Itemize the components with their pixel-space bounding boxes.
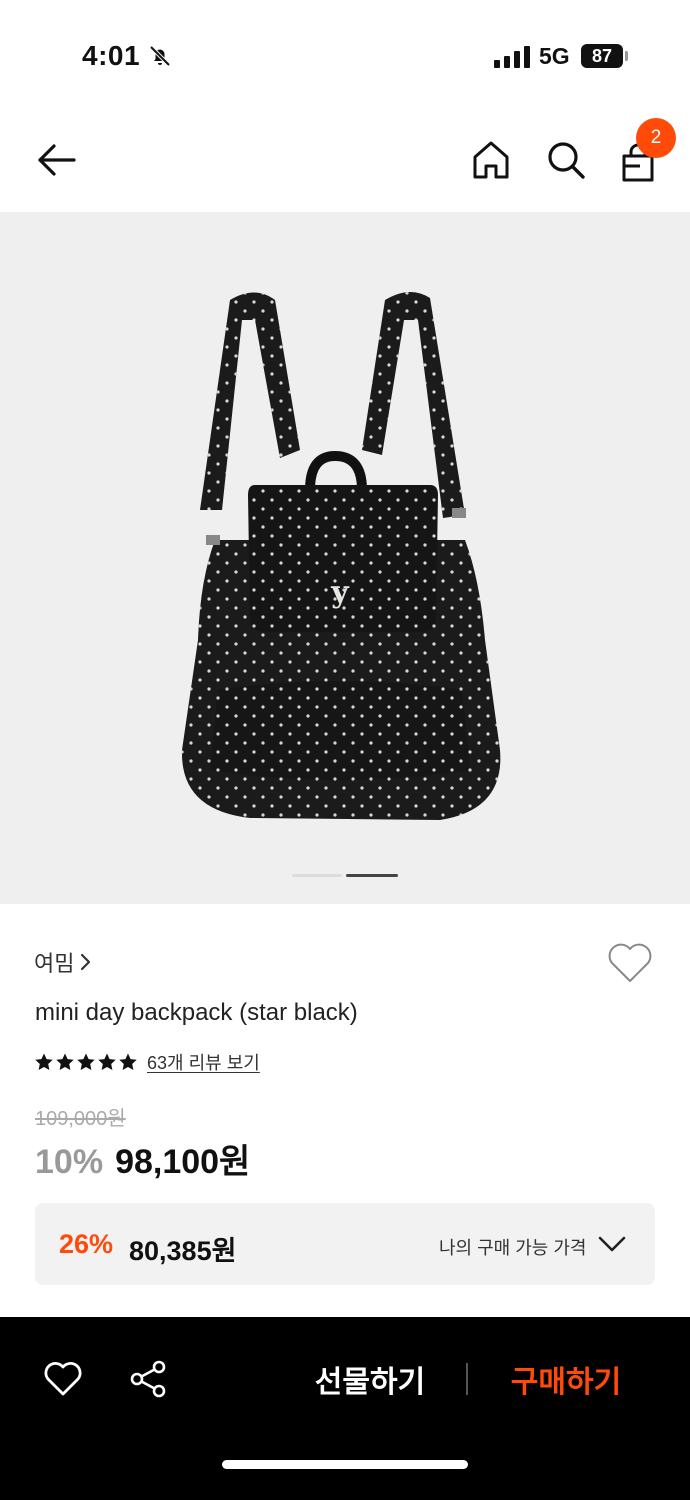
heart-icon[interactable]: [43, 1359, 83, 1397]
signal-icon: [494, 46, 530, 68]
star-icon: [119, 1053, 137, 1070]
bottom-action-bar: 선물하기 구매하기: [0, 1317, 690, 1500]
product-title: mini day backpack (star black): [35, 999, 358, 1026]
home-indicator: [222, 1460, 468, 1469]
price-row: 10% 98,100원: [35, 1134, 250, 1183]
my-price-label: 나의 구매 가능 가격: [439, 1238, 587, 1258]
status-bar: 4:01 5G 87: [0, 0, 690, 110]
star-icon: [77, 1053, 95, 1070]
battery-tip: [625, 51, 628, 61]
product-image-carousel[interactable]: y: [0, 212, 690, 904]
brand-name: 여밈: [34, 951, 75, 976]
rating-row: 63개 리뷰 보기: [34, 1048, 260, 1076]
reviews-link[interactable]: 63개 리뷰 보기: [147, 1049, 260, 1075]
cart-count-badge: 2: [636, 118, 676, 158]
share-icon[interactable]: [128, 1359, 168, 1399]
home-icon[interactable]: [470, 138, 512, 182]
buy-button[interactable]: 구매하기: [496, 1353, 636, 1405]
gift-button[interactable]: 선물하기: [300, 1353, 440, 1405]
carousel-indicator-2[interactable]: [346, 874, 398, 877]
divider: [466, 1363, 468, 1395]
star-icon: [98, 1053, 116, 1070]
back-arrow-icon[interactable]: [34, 140, 78, 180]
bell-off-icon: [149, 45, 171, 67]
chevron-right-icon: [81, 953, 91, 971]
discount-rate: 10%: [35, 1143, 104, 1181]
star-icon: [35, 1053, 53, 1070]
battery-icon: 87: [581, 44, 623, 68]
my-discount-rate: 26%: [59, 1229, 114, 1259]
brand-link[interactable]: 여밈: [34, 946, 92, 978]
my-price-dropdown[interactable]: 26% 80,385원 나의 구매 가능 가격: [35, 1203, 655, 1285]
sale-price: 98,100원: [115, 1143, 251, 1181]
star-icon: [56, 1053, 74, 1070]
svg-text:y: y: [330, 575, 350, 610]
top-nav: 2: [0, 110, 690, 212]
status-time: 4:01: [82, 40, 141, 71]
my-price-value: 80,385원: [129, 1236, 237, 1266]
wishlist-heart-icon[interactable]: [606, 940, 654, 984]
backpack-image: y: [181, 291, 501, 820]
original-price: 109,000원: [35, 1108, 126, 1130]
search-icon[interactable]: [544, 138, 588, 182]
carousel-indicator-1[interactable]: [292, 874, 342, 877]
star-rating: [34, 1052, 139, 1072]
network-type: 5G: [539, 43, 570, 69]
chevron-down-icon: [598, 1236, 626, 1252]
